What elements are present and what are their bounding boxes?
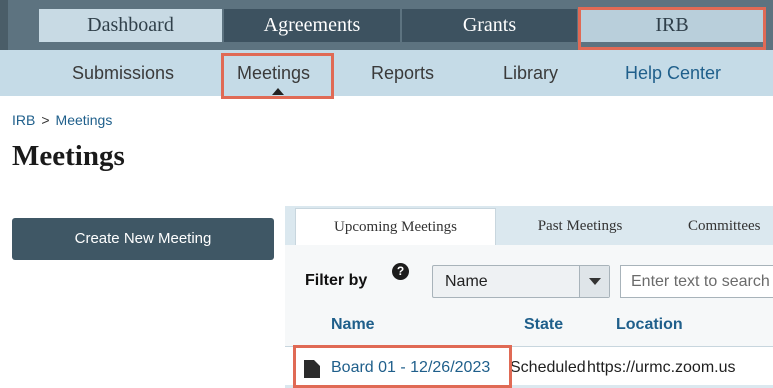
meeting-location: https://urmc.zoom.us: [587, 359, 736, 376]
column-location[interactable]: Location: [616, 316, 683, 334]
search-input[interactable]: [620, 265, 773, 298]
filter-select-value: Name: [445, 273, 488, 290]
filter-select-button[interactable]: [579, 266, 609, 297]
subnav-meetings[interactable]: Meetings: [237, 63, 310, 84]
active-indicator-icon: [272, 88, 284, 95]
tab-agreements[interactable]: Agreements: [224, 9, 400, 42]
question-circle-icon[interactable]: ?: [392, 263, 409, 280]
breadcrumb: IRB > Meetings: [12, 112, 112, 128]
subnav-help-center[interactable]: Help Center: [625, 63, 721, 84]
breadcrumb-meetings[interactable]: Meetings: [56, 112, 113, 128]
filter-select[interactable]: Name: [432, 265, 610, 298]
column-name[interactable]: Name: [331, 316, 375, 334]
breadcrumb-irb[interactable]: IRB: [12, 112, 35, 128]
breadcrumb-separator: >: [41, 112, 50, 128]
column-state[interactable]: State: [524, 316, 563, 334]
tab-irb[interactable]: IRB: [580, 9, 764, 42]
subnav-reports[interactable]: Reports: [371, 63, 434, 84]
page-title: Meetings: [12, 140, 125, 172]
top-navigation-edge: [0, 0, 8, 50]
tab-committees[interactable]: Committees: [664, 208, 773, 245]
tab-grants[interactable]: Grants: [402, 9, 577, 42]
create-new-meeting-button[interactable]: Create New Meeting: [12, 218, 274, 260]
subnav-library[interactable]: Library: [503, 63, 558, 84]
tab-upcoming-meetings[interactable]: Upcoming Meetings: [295, 208, 496, 245]
tab-past-meetings[interactable]: Past Meetings: [500, 208, 660, 245]
meeting-name-link[interactable]: Board 01 - 12/26/2023: [331, 359, 490, 377]
chevron-down-icon: [589, 278, 601, 285]
document-icon: [304, 360, 320, 378]
filter-by-label: Filter by: [305, 272, 368, 289]
tab-dashboard[interactable]: Dashboard: [39, 9, 222, 42]
subnav-submissions[interactable]: Submissions: [72, 63, 174, 84]
meeting-state: Scheduled: [510, 359, 586, 376]
